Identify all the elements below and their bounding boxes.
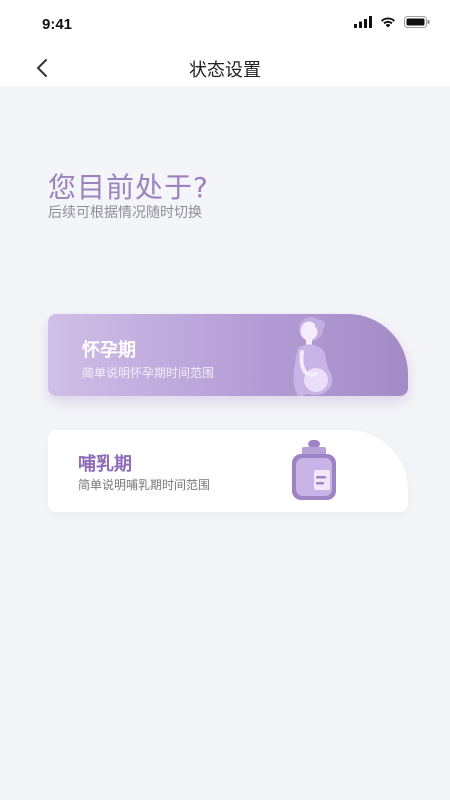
- baby-bottle-icon: [292, 440, 336, 500]
- option-title: 哺乳期: [78, 454, 132, 475]
- nav-bar: 状态设置: [0, 48, 450, 86]
- status-icons: [354, 16, 430, 28]
- battery-icon: [404, 16, 430, 28]
- status-bar: 9:41: [0, 0, 450, 48]
- question-heading: 您目前处于?: [48, 171, 209, 204]
- cellular-signal-icon: [354, 16, 372, 28]
- option-card-nursing[interactable]: 哺乳期 简单说明哺乳期时间范围: [48, 430, 408, 512]
- option-description: 简单说明怀孕期时间范围: [82, 366, 215, 380]
- page-title: 状态设置: [189, 60, 261, 81]
- pregnant-woman-icon: [293, 317, 333, 396]
- wifi-icon: [381, 17, 395, 28]
- option-description: 简单说明哺乳期时间范围: [78, 478, 211, 492]
- option-title: 怀孕期: [82, 340, 136, 361]
- question-subheading: 后续可根据情况随时切换: [48, 205, 202, 221]
- option-card-pregnancy[interactable]: 怀孕期 简单说明怀孕期时间范围: [48, 314, 408, 396]
- status-time: 9:41: [42, 16, 73, 33]
